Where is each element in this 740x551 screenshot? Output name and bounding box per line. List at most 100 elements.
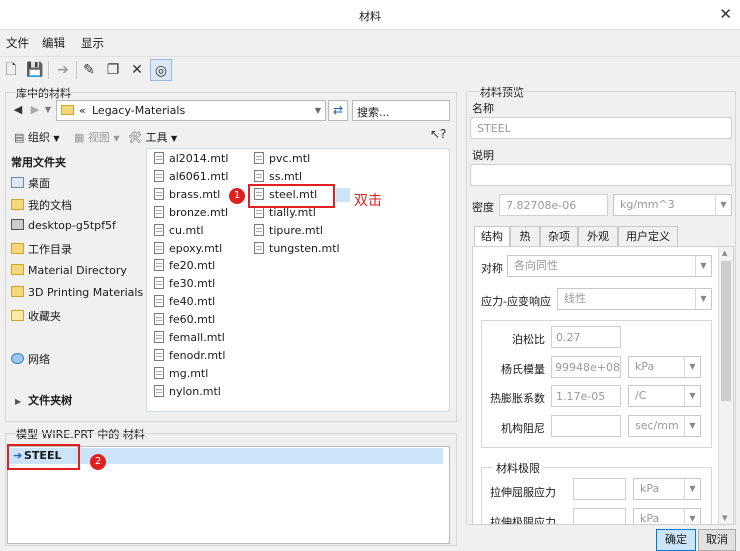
file-item[interactable]: al2014.mtl bbox=[154, 152, 228, 165]
damping-unit-select[interactable]: sec/mm ▼ bbox=[628, 415, 701, 437]
young-field[interactable]: 99948e+08 bbox=[551, 356, 621, 378]
glasses-icon[interactable]: ◎ bbox=[150, 59, 172, 81]
menu-view[interactable]: 显示 bbox=[81, 35, 104, 51]
path-bar[interactable]: « Legacy-Materials ▼ bbox=[56, 100, 326, 121]
close-icon[interactable]: ✕ bbox=[719, 5, 732, 23]
poisson-field[interactable]: 0.27 bbox=[551, 326, 621, 348]
save-icon[interactable]: 💾 bbox=[24, 59, 46, 81]
file-item[interactable]: epoxy.mtl bbox=[154, 241, 222, 255]
file-item[interactable]: cu.mtl bbox=[154, 223, 204, 237]
young-unit-select[interactable]: kPa ▼ bbox=[628, 356, 701, 378]
cancel-button[interactable]: 取消 bbox=[698, 529, 736, 551]
tab-user-defined[interactable]: 用户定义 bbox=[618, 226, 678, 247]
file-item[interactable]: tipure.mtl bbox=[254, 223, 323, 237]
thermal-unit-select[interactable]: /C ▼ bbox=[628, 385, 701, 407]
expand-arrow-icon: ▶ bbox=[15, 397, 22, 406]
working-dir-icon bbox=[11, 243, 24, 254]
tensile-yield-unit-select[interactable]: kPa ▼ bbox=[633, 478, 701, 500]
chevron-down-icon: ▼ bbox=[684, 357, 700, 377]
views-menu[interactable]: ▦ 视图 ▼ bbox=[74, 129, 120, 145]
tools-label: 工具 bbox=[145, 131, 168, 144]
scroll-down-icon[interactable]: ▼ bbox=[722, 514, 727, 522]
file-item[interactable]: nylon.mtl bbox=[154, 384, 221, 398]
file-item[interactable]: femall.mtl bbox=[154, 331, 225, 344]
file-item[interactable]: mg.mtl bbox=[154, 366, 208, 380]
organize-icon: ▤ bbox=[14, 131, 25, 144]
file-item[interactable]: bronze.mtl bbox=[154, 205, 229, 219]
nav-documents-label: 我的文档 bbox=[28, 199, 72, 212]
tab-thermal[interactable]: 热 bbox=[510, 226, 540, 247]
organize-menu[interactable]: ▤ 组织 ▼ bbox=[14, 129, 60, 145]
nav-3d-printing[interactable]: 3D Printing Materials bbox=[11, 286, 143, 299]
search-input[interactable]: 搜索... bbox=[352, 100, 450, 121]
tensile-ultimate-unit-select[interactable]: kPa ▼ bbox=[633, 508, 701, 524]
nav-network[interactable]: 网络 bbox=[11, 351, 50, 367]
history-dropdown-icon[interactable]: ▼ bbox=[43, 100, 53, 120]
name-field[interactable]: STEEL bbox=[470, 117, 732, 139]
tab-misc[interactable]: 杂项 bbox=[540, 226, 578, 247]
back-icon[interactable]: ◀ bbox=[10, 100, 26, 120]
tensile-yield-field[interactable] bbox=[573, 478, 626, 500]
file-item[interactable]: fe40.mtl bbox=[154, 295, 215, 308]
file-icon bbox=[154, 169, 164, 182]
menu-edit[interactable]: 编辑 bbox=[42, 35, 65, 51]
file-item[interactable]: brass.mtl bbox=[154, 187, 221, 201]
symmetry-select[interactable]: 各向同性 ▼ bbox=[507, 255, 712, 277]
file-name: fe30.mtl bbox=[169, 277, 216, 291]
tab-appearance[interactable]: 外观 bbox=[578, 226, 618, 247]
file-name: brass.mtl bbox=[169, 187, 221, 201]
nav-material-directory[interactable]: Material Directory bbox=[11, 264, 127, 277]
density-unit-select[interactable]: kg/mm^3 ▼ bbox=[613, 194, 732, 216]
toolbar: 🗋 💾 ➔ ✎ ❐ ✕ ◎ bbox=[0, 56, 740, 83]
nav-computer-label: desktop-g5tpf5f bbox=[28, 219, 116, 232]
file-name: bronze.mtl bbox=[169, 205, 229, 219]
nav-working-dir[interactable]: 工作目录 bbox=[11, 241, 72, 257]
ok-button[interactable]: 确定 bbox=[656, 529, 696, 551]
tools-menu[interactable]: 🛠 工具 ▼ bbox=[128, 129, 177, 145]
file-item[interactable]: al6061.mtl bbox=[154, 169, 228, 183]
thermal-unit: /C bbox=[635, 389, 647, 402]
nav-material-directory-label: Material Directory bbox=[28, 264, 127, 277]
pencil-icon[interactable]: ✎ bbox=[78, 59, 100, 81]
file-item[interactable]: fe30.mtl bbox=[154, 277, 215, 290]
file-name: tipure.mtl bbox=[269, 223, 323, 237]
stress-strain-select[interactable]: 线性 ▼ bbox=[557, 288, 712, 310]
forward-icon[interactable]: ▶ bbox=[27, 100, 43, 120]
chevron-down-icon: ▼ bbox=[684, 479, 700, 499]
description-field[interactable] bbox=[470, 164, 732, 186]
nav-computer[interactable]: desktop-g5tpf5f bbox=[11, 219, 116, 232]
nav-desktop[interactable]: 桌面 bbox=[11, 175, 50, 191]
chevron-down-icon[interactable]: ▼ bbox=[315, 106, 321, 115]
tab-structure[interactable]: 结构 bbox=[474, 226, 510, 247]
arrow-right-icon[interactable]: ➔ bbox=[52, 59, 74, 81]
scroll-thumb[interactable] bbox=[721, 261, 731, 401]
nav-favorites[interactable]: 收藏夹 bbox=[11, 308, 61, 324]
thermal-expansion-field[interactable]: 1.17e-05 bbox=[551, 385, 621, 407]
density-field[interactable]: 7.82708e-06 bbox=[499, 194, 608, 216]
menu-bar: 文件 编辑 显示 bbox=[0, 30, 740, 54]
help-cursor-icon[interactable]: ↖? bbox=[430, 127, 446, 141]
scroll-up-icon[interactable]: ▲ bbox=[722, 249, 727, 257]
file-item[interactable]: pvc.mtl bbox=[254, 152, 310, 165]
new-icon[interactable]: 🗋 bbox=[0, 59, 22, 81]
copy-icon[interactable]: ❐ bbox=[102, 59, 124, 81]
nav-documents[interactable]: 我的文档 bbox=[11, 197, 72, 213]
folder-icon bbox=[11, 264, 24, 275]
tensile-ultimate-field[interactable] bbox=[573, 508, 626, 524]
delete-icon[interactable]: ✕ bbox=[126, 59, 148, 81]
file-item[interactable]: ss.mtl bbox=[254, 169, 302, 183]
file-item[interactable]: tungsten.mtl bbox=[254, 241, 340, 255]
menu-file[interactable]: 文件 bbox=[6, 35, 29, 51]
damping-field[interactable] bbox=[551, 415, 621, 437]
file-icon bbox=[254, 223, 264, 236]
file-icon bbox=[154, 277, 164, 290]
file-item[interactable]: fe60.mtl bbox=[154, 313, 215, 326]
file-item[interactable]: fe20.mtl bbox=[154, 259, 215, 272]
folder-tree-toggle[interactable]: ▶ 文件夹树 bbox=[15, 392, 72, 408]
network-icon bbox=[11, 353, 24, 364]
tensile-ultimate-label: 拉伸极限应力 bbox=[490, 516, 556, 525]
preview-scrollbar[interactable]: ▲ ▼ bbox=[718, 247, 733, 524]
file-item[interactable]: fenodr.mtl bbox=[154, 348, 225, 362]
path-prefix: « bbox=[79, 104, 86, 117]
refresh-icon[interactable]: ⇄ bbox=[328, 100, 348, 121]
